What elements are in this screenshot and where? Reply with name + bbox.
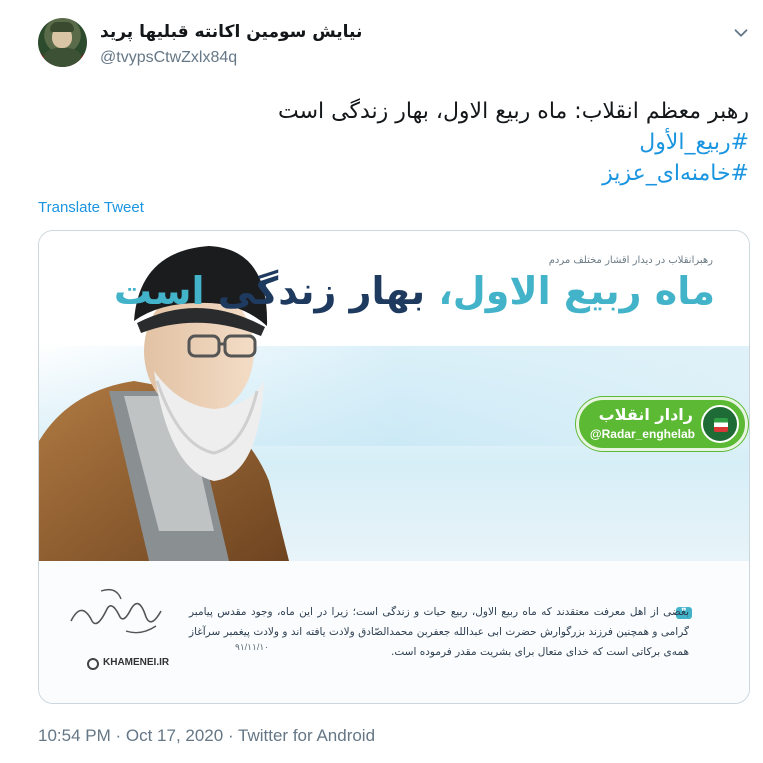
signature-icon [70,588,162,634]
hashtag-link[interactable]: #ربیع_الأول [49,127,749,158]
radar-logo-icon [701,405,739,443]
tweet-text: رهبر معظم انقلاب: ماه ربیع الاول، بهار ز… [49,96,749,189]
image-title-part: است [113,269,218,313]
translate-tweet-link[interactable]: Translate Tweet [38,199,144,216]
tweet-footer: 10:54 PM · Oct 17, 2020 · Twitter for An… [38,726,375,746]
author-name[interactable]: نیایش سومین اکانته قبلیها پرید [100,22,362,42]
footer-separator: · [110,726,126,745]
author-handle[interactable]: @tvypsCtwZxlx84q [100,49,237,67]
quote-date: ۹۱/۱۱/۱۰ [235,642,270,652]
tweet-source-link[interactable]: Twitter for Android [238,726,375,745]
radar-badge: رادار انقلاب @Radar_enghelab [576,397,748,451]
hashtag-link[interactable]: #خامنه‌ای_عزیز [49,158,749,189]
tweet: نیایش سومین اکانته قبلیها پرید @tvypsCtw… [0,0,763,763]
site-label: KHAMENEI.IR [103,657,170,668]
footer-separator: · [223,726,239,745]
quote-text: بعضی از اهل معرفت معتقدند که ماه ربیع ال… [189,606,689,658]
tweet-time-link[interactable]: 10:54 PM [38,726,111,745]
tweet-image[interactable]: رهبرانقلاب در دیدار اقشار مختلف مردم ماه… [38,230,750,704]
khamenei-logo: KHAMENEI.IR [87,657,177,671]
tweet-date-link[interactable]: Oct 17, 2020 [126,726,223,745]
image-title-part: ماه ربیع الاول، [438,269,715,313]
image-title-part: بهار زندگی [217,269,439,313]
avatar[interactable] [38,18,87,67]
image-title: ماه ربیع الاول، بهار زندگی است [114,269,715,313]
image-subtitle: رهبرانقلاب در دیدار اقشار مختلف مردم [548,255,713,266]
chevron-down-icon[interactable] [730,22,752,44]
radar-name: رادار انقلاب [598,405,693,424]
tweet-text-line: رهبر معظم انقلاب: ماه ربیع الاول، بهار ز… [278,99,749,124]
radar-handle: @Radar_enghelab [589,427,695,441]
